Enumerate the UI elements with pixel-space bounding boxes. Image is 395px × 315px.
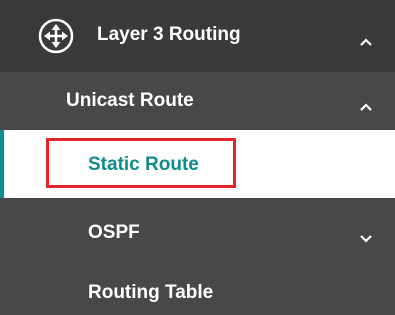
- menu-item-routing-table[interactable]: Routing Table: [0, 266, 395, 315]
- menu-item-label: Layer 3 Routing: [97, 24, 241, 45]
- chevron-up-icon[interactable]: [359, 31, 373, 46]
- chevron-up-icon[interactable]: [359, 96, 373, 111]
- chevron-down-icon[interactable]: [359, 228, 373, 243]
- menu-item-label: OSPF: [88, 222, 140, 243]
- menu-item-ospf[interactable]: OSPF: [0, 198, 395, 266]
- highlight-box: [46, 138, 236, 188]
- menu-item-label: Routing Table: [88, 282, 214, 303]
- menu-item-unicast-route[interactable]: Unicast Route: [0, 72, 395, 130]
- routing-icon: [38, 18, 74, 54]
- menu-item-layer-3-routing[interactable]: Layer 3 Routing: [0, 0, 395, 72]
- navigation-menu: Layer 3 Routing Unicast Route Static Rou…: [0, 0, 395, 315]
- menu-item-label: Unicast Route: [66, 90, 194, 111]
